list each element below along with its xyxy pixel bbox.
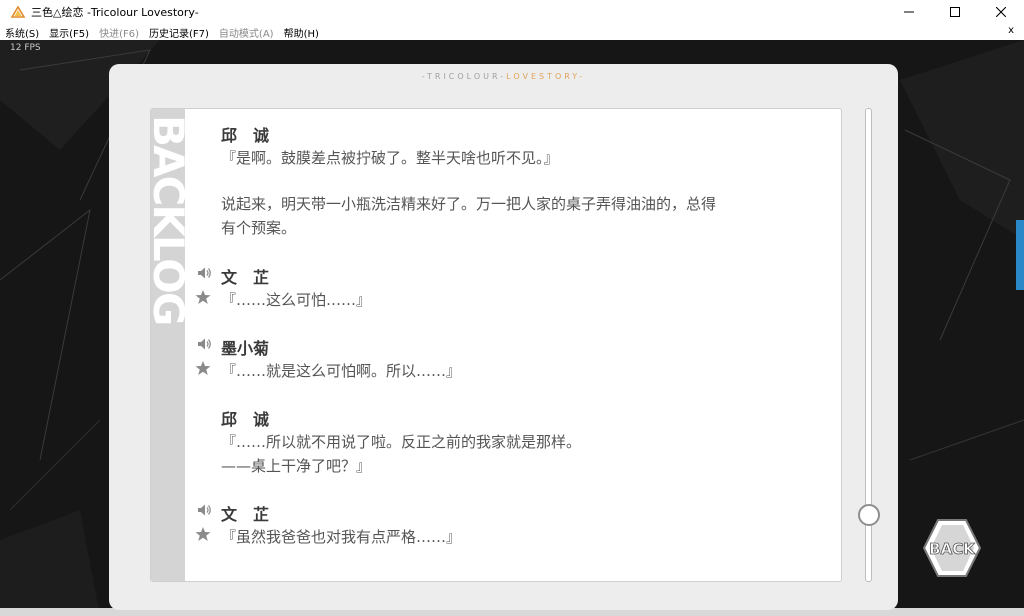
close-button[interactable] [978,0,1024,24]
voice-replay-icon[interactable] [196,336,212,352]
menu-system[interactable]: 系统(S) [0,25,44,40]
close-icon [996,7,1006,17]
favorite-star-icon[interactable] [195,360,211,376]
panel-header: -TRICOLOUR-LOVESTORY- [109,72,898,81]
background-strip [1016,220,1024,290]
favorite-star-icon[interactable] [195,289,211,305]
menu-display[interactable]: 显示(F5) [44,25,94,40]
narration-line: 说起来，明天带一小瓶洗洁精来好了。万一把人家的桌子弄得油油的，总得 [221,195,717,213]
speaker-name: 文 芷 [221,268,270,287]
menu-help[interactable]: 帮助(H) [279,25,324,40]
app-logo-icon [9,3,27,21]
narration-line: 有个预案。 [221,219,297,237]
dialogue-line: ——桌上干净了吧？』 [221,457,372,475]
speaker-name: 文 芷 [221,505,270,524]
header-left-text: -TRICOLOUR- [421,72,507,81]
speaker-name: 墨小菊 [221,339,270,358]
backlog-content[interactable]: BACKLOG 邱 诚 『是啊。鼓膜差点被拧破了。整半天啥也听不见。』 说起来，… [150,108,842,582]
maximize-icon [950,7,960,17]
voice-replay-icon[interactable] [196,502,212,518]
window-title: 三色△绘恋 -Tricolour Lovestory- [31,6,199,19]
title-bar: 三色△绘恋 -Tricolour Lovestory- [0,0,1024,24]
backlog-sidebar: BACKLOG [150,109,193,581]
dialogue-line: 『是啊。鼓膜差点被拧破了。整半天啥也听不见。』 [221,149,559,167]
menu-close-button[interactable]: x [1008,25,1014,36]
minimize-icon [904,11,914,13]
dialogue-line: 『……就是这么可怕啊。所以……』 [221,362,462,380]
menu-history[interactable]: 历史记录(F7) [144,25,214,40]
scrollbar-thumb[interactable] [858,504,880,526]
back-button[interactable]: BACK [920,516,984,580]
menu-bar: 系统(S) 显示(F5) 快进(F6) 历史记录(F7) 自动模式(A) 帮助(… [0,24,1024,40]
favorite-star-icon[interactable] [195,526,211,542]
fps-counter: 12 FPS [10,43,41,53]
minimize-button[interactable] [886,0,932,24]
menu-auto[interactable]: 自动模式(A) [214,25,279,40]
dialogue-line: 『……所以就不用说了啦。反正之前的我家就是那样。 [221,433,582,451]
header-right-text: LOVESTORY- [506,72,586,81]
backlog-panel: -TRICOLOUR-LOVESTORY- BACKLOG 邱 诚 『是啊。鼓膜… [109,64,898,610]
back-button-label: BACK [929,540,976,558]
game-area: 12 FPS -TRICOLOUR-LOVESTORY- BACKLOG 邱 诚… [0,40,1024,616]
dialogue-line: 『虽然我爸爸也对我有点严格……』 [221,528,462,546]
speaker-name: 邱 诚 [221,126,270,145]
voice-replay-icon[interactable] [196,265,212,281]
dialogue-line: 『……这么可怕……』 [221,291,372,309]
maximize-button[interactable] [932,0,978,24]
menu-skip[interactable]: 快进(F6) [94,25,144,40]
backlog-title: BACKLOG [150,115,193,325]
speaker-name: 邱 诚 [221,410,270,429]
